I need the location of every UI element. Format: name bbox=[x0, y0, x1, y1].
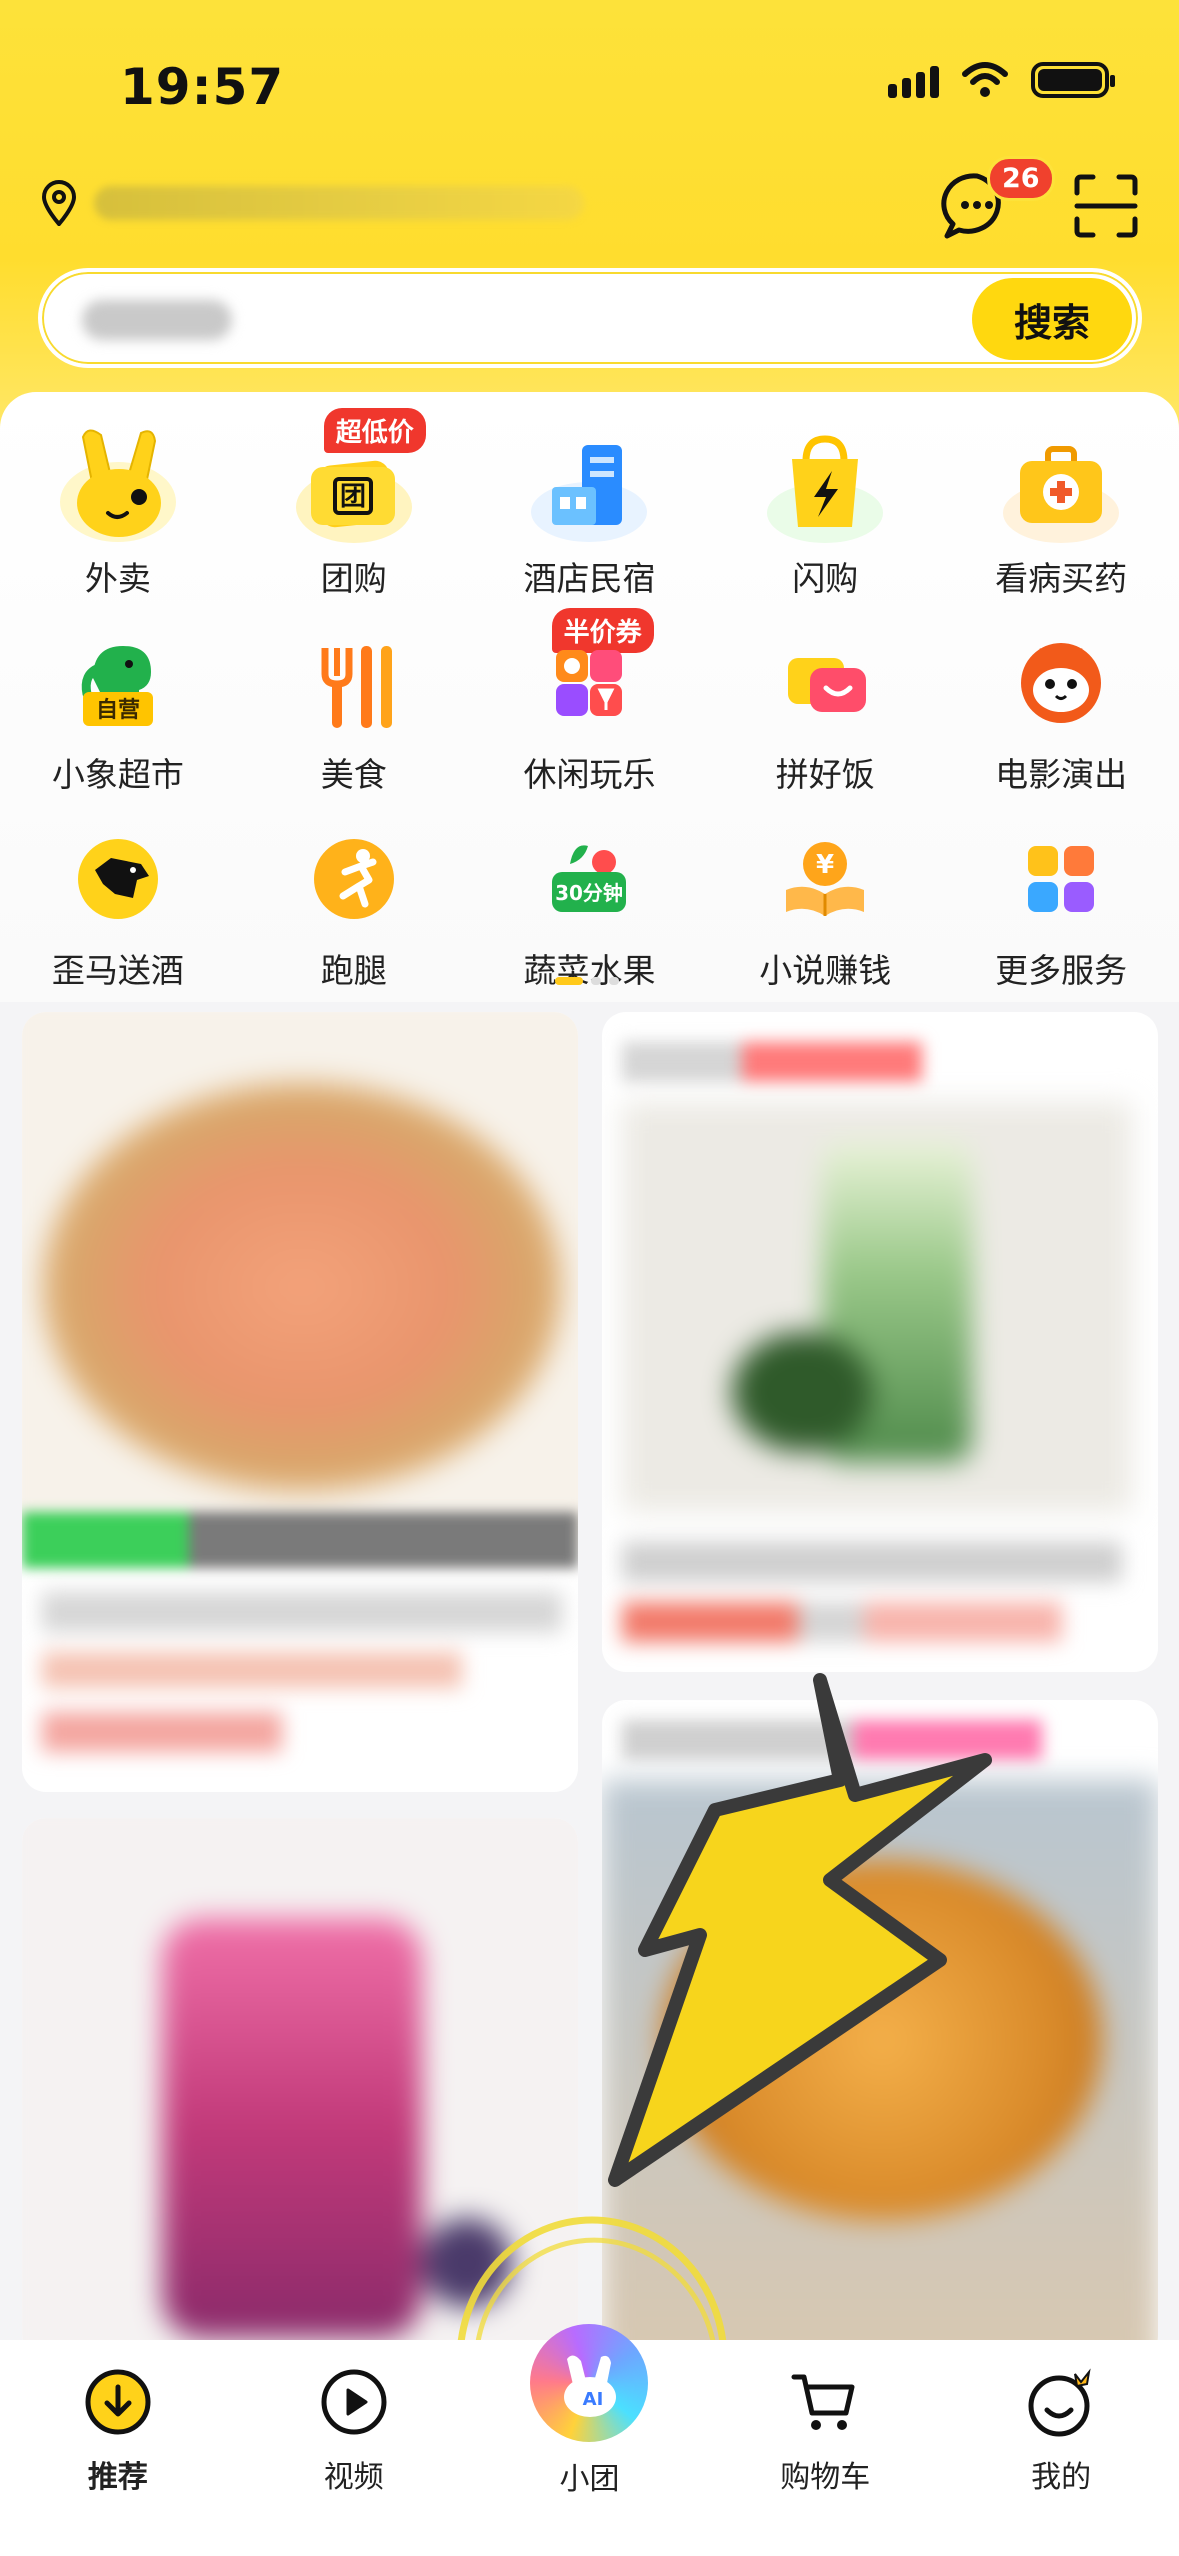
profile-icon bbox=[1023, 2364, 1099, 2440]
bottom-tab-bar: 推荐 视频 AI 小团 购物车 我的 bbox=[0, 2324, 1179, 2556]
tab-label: 视频 bbox=[323, 2460, 384, 2495]
app-screen: 19:57 26 搜索 外卖 超低价 团 团购 酒店民宿 闪购 看病买药 自营 … bbox=[0, 0, 1179, 2556]
tab-cart[interactable]: 购物车 bbox=[725, 2364, 925, 2556]
tab-label: 推荐 bbox=[87, 2460, 148, 2495]
tab-recommend[interactable]: 推荐 bbox=[18, 2364, 218, 2556]
video-play-icon bbox=[316, 2364, 392, 2440]
annotation-arrow-icon bbox=[456, 1673, 992, 2504]
tab-xiaotuan[interactable]: AI 小团 bbox=[489, 2324, 689, 2556]
tab-label: 小团 bbox=[559, 2462, 620, 2497]
ai-assistant-icon: AI bbox=[530, 2324, 649, 2442]
cart-icon bbox=[787, 2364, 863, 2440]
recommend-icon bbox=[80, 2364, 156, 2440]
tab-profile[interactable]: 我的 bbox=[961, 2364, 1161, 2556]
tab-label: 我的 bbox=[1031, 2460, 1092, 2495]
svg-text:AI: AI bbox=[583, 2389, 604, 2410]
tab-video[interactable]: 视频 bbox=[254, 2364, 454, 2556]
tab-label: 购物车 bbox=[780, 2460, 871, 2495]
